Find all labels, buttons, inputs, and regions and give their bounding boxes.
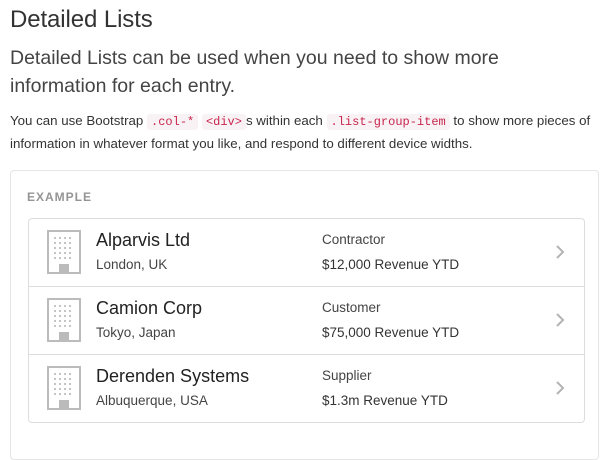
list-item[interactable]: Derenden Systems Albuquerque, USA Suppli… — [29, 354, 584, 422]
company-location: Tokyo, Japan — [96, 325, 176, 340]
company-name: Alparvis Ltd — [96, 230, 191, 250]
list-item[interactable]: Camion Corp Tokyo, Japan Customer $75,00… — [29, 286, 584, 354]
company-location: London, UK — [96, 257, 168, 272]
chevron-right-icon[interactable] — [554, 245, 566, 259]
code-list-group-item: .list-group-item — [326, 114, 450, 130]
company-name: Derenden Systems — [96, 366, 250, 386]
building-icon — [47, 366, 81, 410]
code-div: <div> — [201, 114, 246, 130]
relationship-type: Customer — [322, 300, 381, 315]
building-icon — [47, 230, 81, 274]
revenue-ytd: $1.3m Revenue YTD — [322, 393, 448, 408]
description-paragraph: You can use Bootstrap .col-* <div> s with… — [10, 110, 600, 154]
list-group: Alparvis Ltd London, UK Contractor $12,0… — [28, 218, 585, 423]
company-name: Camion Corp — [96, 298, 203, 318]
page-title: Detailed Lists — [10, 6, 153, 33]
chevron-right-icon[interactable] — [554, 381, 566, 395]
code-col: .col-* — [147, 114, 199, 130]
revenue-ytd: $12,000 Revenue YTD — [322, 257, 460, 272]
lead-paragraph: Detailed Lists can be used when you need… — [10, 47, 499, 97]
building-icon — [47, 298, 81, 342]
description-text: s within each — [245, 113, 327, 128]
list-item[interactable]: Alparvis Ltd London, UK Contractor $12,0… — [29, 219, 584, 286]
relationship-type: Contractor — [322, 232, 386, 247]
description-text: You can use Bootstrap — [10, 113, 148, 128]
chevron-right-icon[interactable] — [554, 313, 566, 327]
example-label: EXAMPLE — [27, 190, 93, 204]
company-location: Albuquerque, USA — [96, 393, 208, 408]
example-panel: EXAMPLE Alparvis Ltd London, UK Contract… — [10, 170, 599, 460]
relationship-type: Supplier — [322, 368, 372, 383]
revenue-ytd: $75,000 Revenue YTD — [322, 325, 460, 340]
